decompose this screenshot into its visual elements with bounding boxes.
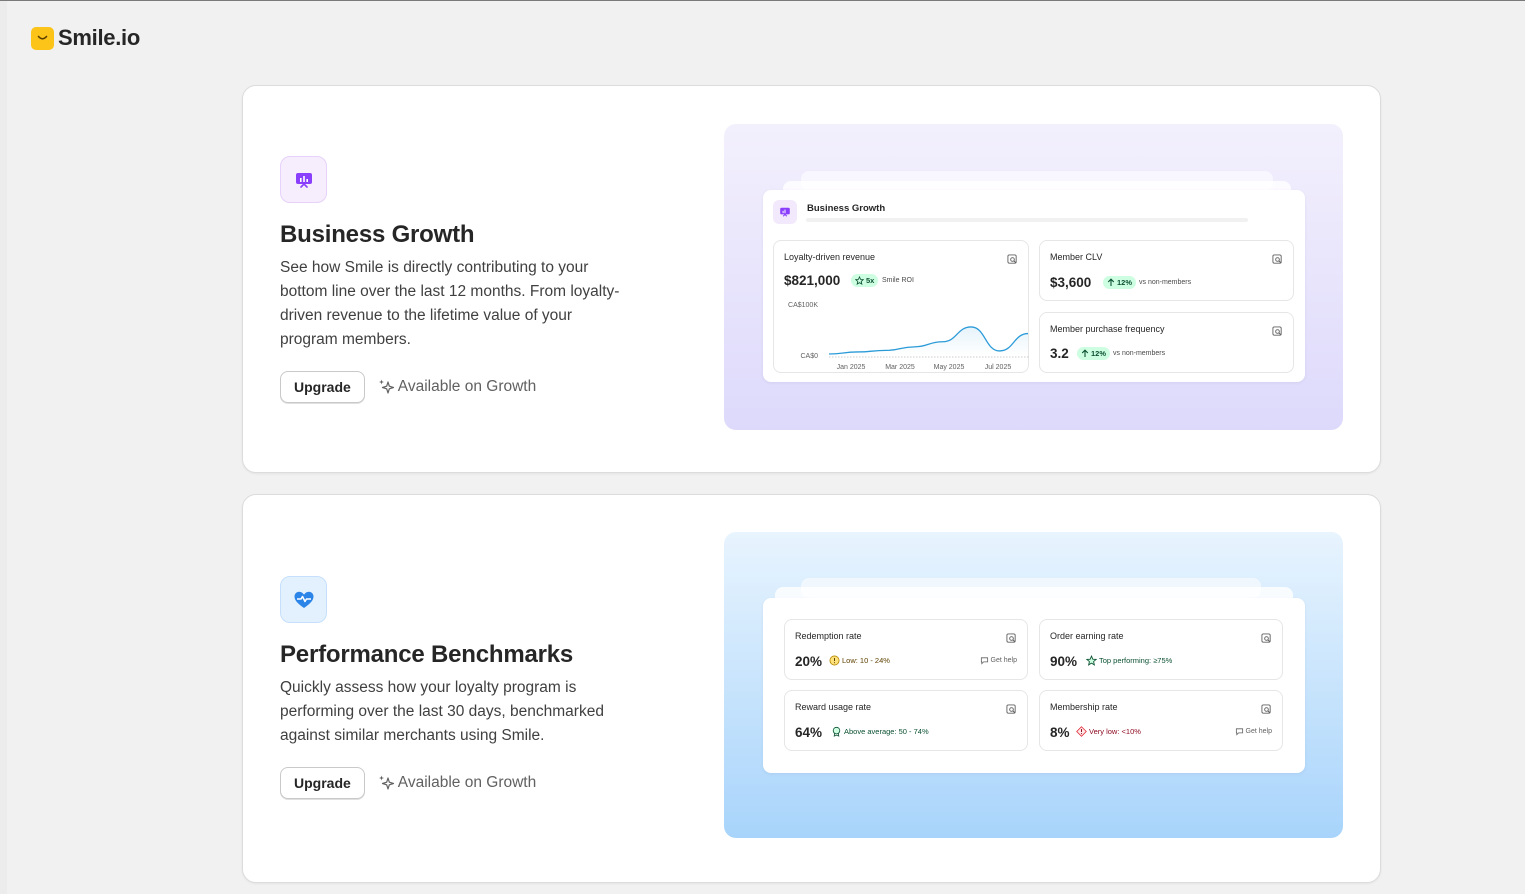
metric-badge-text: Very low: <10% (1089, 727, 1141, 736)
metric-value: $821,000 (784, 273, 841, 288)
metric-reward-usage-rate: Reward usage rate 64% Above average: 50 … (784, 690, 1028, 751)
feature-description: Quickly assess how your loyalty program … (280, 679, 604, 744)
x-tick-label: Mar 2025 (885, 364, 915, 371)
y-tick-label: CA$0 (800, 353, 818, 360)
metric-value: 20% (795, 654, 823, 669)
view-report-icon[interactable] (1006, 631, 1017, 649)
preview-panel: Business Growth Loyalty-driven revenue $… (763, 190, 1305, 382)
metric-badge-text: 12% (1117, 278, 1133, 287)
feature-title: Business Growth (280, 221, 475, 248)
availability-text: Available on Growth (397, 774, 537, 791)
metric-badge: Low: 10 - 24% (829, 654, 890, 667)
brand-header: Smile.io (31, 25, 140, 51)
arrow-up-icon (1107, 278, 1115, 286)
metric-value: 90% (1050, 654, 1078, 669)
metric-label: Member CLV (1050, 252, 1103, 262)
feature-actions: Upgrade Available on Growth (280, 767, 536, 799)
y-tick-label: CA$100K (788, 302, 818, 309)
brand-name: Smile.io (58, 25, 140, 50)
chart-presentation-icon (280, 156, 327, 203)
metric-badge: Very low: <10% (1076, 725, 1141, 738)
metric-label: Loyalty-driven revenue (784, 252, 876, 262)
arrow-up-icon (1081, 349, 1089, 357)
get-help-link[interactable]: Get help (980, 656, 1017, 665)
x-tick-label: Jan 2025 (837, 364, 866, 371)
revenue-line-chart: CA$100K CA$0 Jan 2025 Mar 2025 May 2025 … (788, 302, 1030, 371)
sparkle-icon (378, 379, 394, 394)
metric-label: Member purchase frequency (1050, 324, 1165, 334)
view-report-icon[interactable] (1261, 702, 1272, 720)
window-edge (0, 1, 7, 894)
star-icon (1086, 655, 1097, 666)
view-report-icon[interactable] (1007, 252, 1018, 270)
metric-loyalty-revenue: Loyalty-driven revenue $821,000 5x Smile… (773, 240, 1030, 373)
metric-label: Reward usage rate (795, 702, 872, 712)
smile-logo-icon (31, 26, 54, 50)
upgrade-button[interactable]: Upgrade (280, 371, 365, 403)
metric-value: 8% (1050, 725, 1070, 740)
chat-bubble-icon (1235, 728, 1243, 736)
metric-badge: Top performing: ≥75% (1086, 654, 1172, 667)
feature-description: See how Smile is directly contributing t… (280, 259, 620, 348)
metric-label: Membership rate (1050, 702, 1118, 712)
feature-title: Performance Benchmarks (280, 641, 574, 668)
view-report-icon[interactable] (1261, 631, 1272, 649)
view-report-icon[interactable] (1006, 702, 1017, 720)
alert-circle-icon (829, 655, 840, 666)
metric-label: Redemption rate (795, 631, 862, 641)
metric-badge-text: Above average: 50 - 74% (844, 727, 929, 736)
view-report-icon[interactable] (1272, 324, 1283, 342)
ribbon-award-icon (832, 726, 841, 737)
metric-badge-text: 5x (866, 276, 875, 285)
upgrade-button[interactable]: Upgrade (280, 767, 365, 799)
alert-diamond-icon (1076, 726, 1087, 737)
metric-badge: Above average: 50 - 74% (831, 725, 929, 738)
metric-badge-text: Low: 10 - 24% (842, 656, 890, 665)
availability-label: Available on Growth (377, 774, 536, 792)
x-tick-label: Jul 2025 (985, 364, 1012, 371)
chat-bubble-icon (980, 657, 988, 665)
feature-actions: Upgrade Available on Growth (280, 371, 536, 403)
x-tick-label: May 2025 (934, 364, 965, 371)
metric-badge: 5x (851, 274, 879, 287)
chart-presentation-icon (773, 200, 797, 224)
panel-divider (806, 218, 1248, 222)
star-icon (855, 276, 864, 285)
metric-member-clv: Member CLV $3,600 12% vs non-members (1039, 240, 1294, 301)
view-report-icon[interactable] (1272, 252, 1283, 270)
metric-note: vs non-members (1139, 279, 1192, 286)
business-growth-preview: Business Growth Loyalty-driven revenue $… (724, 124, 1343, 430)
metric-note: Smile ROI (882, 277, 914, 284)
sparkle-icon (378, 775, 394, 790)
metric-value: $3,600 (1050, 275, 1092, 290)
metric-badge-text: Top performing: ≥75% (1099, 656, 1173, 665)
metric-purchase-frequency: Member purchase frequency 3.2 12% vs non… (1039, 312, 1294, 373)
metric-membership-rate: Membership rate 8% Very low: <10% Get he… (1039, 690, 1283, 751)
heart-pulse-icon (280, 576, 327, 623)
feature-card-performance-benchmarks: Performance Benchmarks Quickly assess ho… (242, 494, 1381, 883)
metric-badge: 12% (1077, 347, 1111, 360)
metric-redemption-rate: Redemption rate 20% Low: 10 - 24% Get he… (784, 619, 1028, 680)
feature-card-business-growth: Business Growth See how Smile is directl… (242, 85, 1381, 473)
get-help-link[interactable]: Get help (1235, 727, 1272, 736)
metric-note: vs non-members (1113, 350, 1166, 357)
availability-text: Available on Growth (397, 378, 537, 395)
metric-value: 3.2 (1050, 346, 1069, 361)
get-help-text: Get help (1245, 728, 1272, 735)
metric-badge-text: 12% (1091, 349, 1107, 358)
availability-label: Available on Growth (377, 378, 536, 396)
preview-panel: Redemption rate 20% Low: 10 - 24% Get he… (763, 598, 1305, 773)
metric-value: 64% (795, 725, 823, 740)
panel-title: Business Growth (807, 202, 886, 214)
metric-badge: 12% (1103, 276, 1137, 289)
performance-benchmarks-preview: Redemption rate 20% Low: 10 - 24% Get he… (724, 532, 1343, 838)
metric-label: Order earning rate (1050, 631, 1124, 641)
metric-order-earning-rate: Order earning rate 90% Top performing: ≥… (1039, 619, 1283, 680)
get-help-text: Get help (990, 657, 1017, 664)
